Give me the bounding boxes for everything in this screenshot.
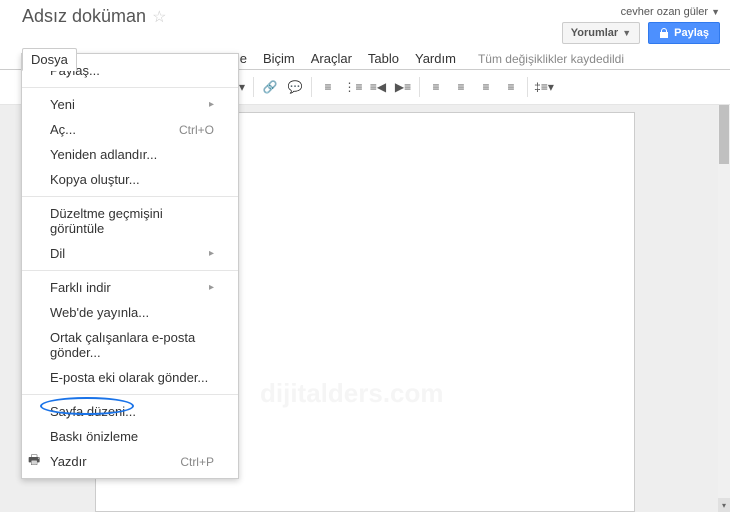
scroll-down-button[interactable]: ▾ <box>718 498 730 512</box>
menu-print[interactable]: 🖶 Yazdır Ctrl+P <box>22 449 238 474</box>
separator <box>22 270 238 271</box>
menu-format[interactable]: Biçim <box>255 48 303 69</box>
indent-button[interactable]: ▶≡ <box>391 75 415 99</box>
chevron-right-icon: ▸ <box>209 99 214 110</box>
menu-file[interactable]: Dosya <box>22 48 77 71</box>
align-center-button[interactable]: ≡ <box>449 75 473 99</box>
chevron-right-icon: ▸ <box>209 248 214 259</box>
outdent-button[interactable]: ≡◀ <box>366 75 390 99</box>
comment-button[interactable]: 💬 <box>283 75 307 99</box>
comments-button[interactable]: Yorumlar ▼ <box>562 22 640 44</box>
menu-help[interactable]: Yardım <box>407 48 464 69</box>
menu-tools[interactable]: Araçlar <box>303 48 360 69</box>
separator <box>253 77 254 97</box>
numbered-list-button[interactable]: ≡ <box>316 75 340 99</box>
file-menu-dropdown: Paylaş... Yeni▸ Aç...Ctrl+O Yeniden adla… <box>21 53 239 479</box>
align-right-button[interactable]: ≡ <box>474 75 498 99</box>
caret-down-icon: ▼ <box>711 7 720 17</box>
share-label: Paylaş <box>674 27 709 39</box>
user-menu[interactable]: cevher ozan güler ▼ <box>621 6 720 18</box>
share-button[interactable]: Paylaş <box>648 22 720 44</box>
separator <box>419 77 420 97</box>
caret-down-icon: ▼ <box>622 28 631 38</box>
print-icon: 🖶 <box>28 451 40 473</box>
save-status: Tüm değişiklikler kaydedildi <box>478 52 624 66</box>
app-header: Adsız doküman ☆ cevher ozan güler ▼ Yoru… <box>0 0 730 46</box>
shortcut: Ctrl+P <box>180 455 214 469</box>
menu-print-preview[interactable]: Baskı önizleme <box>22 424 238 449</box>
align-left-button[interactable]: ≡ <box>424 75 448 99</box>
menu-language[interactable]: Dil▸ <box>22 241 238 266</box>
menu-revision-history[interactable]: Düzeltme geçmişini görüntüle <box>22 201 238 241</box>
menu-rename[interactable]: Yeniden adlandır... <box>22 142 238 167</box>
header-right: cevher ozan güler ▼ Yorumlar ▼ Paylaş <box>562 6 720 44</box>
menu-download[interactable]: Farklı indir▸ <box>22 275 238 300</box>
separator <box>311 77 312 97</box>
align-justify-button[interactable]: ≡ <box>499 75 523 99</box>
menu-table[interactable]: Tablo <box>360 48 407 69</box>
menu-new[interactable]: Yeni▸ <box>22 92 238 117</box>
menu-email-attachment[interactable]: E-posta eki olarak gönder... <box>22 365 238 390</box>
vertical-scrollbar[interactable]: ▴ ▾ <box>718 88 730 512</box>
menu-publish[interactable]: Web'de yayınla... <box>22 300 238 325</box>
separator <box>22 196 238 197</box>
comments-label: Yorumlar <box>571 27 618 39</box>
bulleted-list-button[interactable]: ⋮≡ <box>341 75 365 99</box>
title-area: Adsız doküman ☆ <box>22 6 166 27</box>
menu-page-setup[interactable]: Sayfa düzeni... <box>22 399 238 424</box>
line-spacing-button[interactable]: ‡≡▾ <box>532 75 556 99</box>
star-icon[interactable]: ☆ <box>152 7 166 27</box>
user-name: cevher ozan güler <box>621 6 708 18</box>
chevron-right-icon: ▸ <box>209 282 214 293</box>
document-title[interactable]: Adsız doküman <box>22 6 146 27</box>
shortcut: Ctrl+O <box>179 123 214 137</box>
link-button[interactable]: 🔗 <box>258 75 282 99</box>
lock-icon <box>659 28 669 38</box>
menu-open[interactable]: Aç...Ctrl+O <box>22 117 238 142</box>
menu-email-collaborators[interactable]: Ortak çalışanlara e-posta gönder... <box>22 325 238 365</box>
menu-copy[interactable]: Kopya oluştur... <box>22 167 238 192</box>
separator <box>22 87 238 88</box>
scroll-thumb[interactable] <box>719 104 729 164</box>
separator <box>527 77 528 97</box>
separator <box>22 394 238 395</box>
